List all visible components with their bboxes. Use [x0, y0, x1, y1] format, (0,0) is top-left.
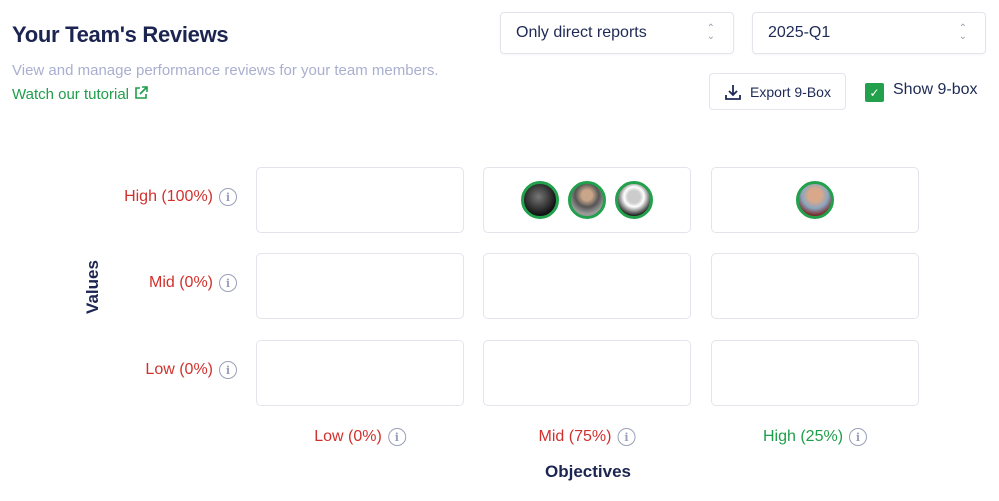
- row-label-text: Mid (0%): [148, 274, 213, 291]
- box-mid-values-low-objectives[interactable]: [256, 253, 464, 319]
- col-label-high: High (25%) i: [762, 428, 868, 446]
- avatar[interactable]: [796, 181, 834, 219]
- info-icon[interactable]: i: [387, 428, 406, 446]
- period-value: 2025-Q1: [768, 24, 831, 41]
- external-link-icon: [135, 86, 148, 99]
- row-label-high: High (100%) i: [124, 188, 237, 206]
- check-icon: ✓: [869, 85, 880, 100]
- box-low-values-low-objectives[interactable]: [256, 340, 464, 406]
- info-icon[interactable]: i: [219, 274, 237, 292]
- row-label-mid: Mid (0%) i: [149, 274, 237, 292]
- info-icon[interactable]: i: [617, 428, 636, 446]
- scope-select[interactable]: Only direct reports ⌃ ⌄: [500, 12, 734, 54]
- page-subtitle: View and manage performance reviews for …: [12, 59, 442, 107]
- avatar[interactable]: [568, 181, 606, 219]
- page-title: Your Team's Reviews: [12, 22, 229, 47]
- info-icon[interactable]: i: [219, 188, 237, 206]
- box-high-values-high-objectives[interactable]: [711, 167, 919, 233]
- export-label: Export 9-Box: [750, 83, 831, 100]
- download-icon: [725, 84, 741, 100]
- col-label-low: Low (0%) i: [314, 428, 406, 446]
- box-mid-values-mid-objectives[interactable]: [483, 253, 691, 319]
- box-high-values-mid-objectives[interactable]: [483, 167, 691, 233]
- chevron-up-down-icon: ⌃ ⌄: [706, 23, 715, 42]
- col-label-text: High (25%): [762, 428, 844, 445]
- col-label-text: Mid (75%): [538, 428, 612, 445]
- show-9box-label[interactable]: Show 9-box: [893, 81, 978, 99]
- box-mid-values-high-objectives[interactable]: [711, 253, 919, 319]
- avatar[interactable]: [615, 181, 653, 219]
- x-axis-label: Objectives: [545, 462, 631, 481]
- col-label-text: Low (0%): [314, 428, 382, 445]
- period-select[interactable]: 2025-Q1 ⌃ ⌄: [752, 12, 986, 54]
- y-axis-label: Values: [83, 260, 102, 314]
- show-9box-checkbox[interactable]: ✓: [865, 83, 884, 102]
- chevron-up-down-icon: ⌃ ⌄: [958, 23, 967, 42]
- export-9box-button[interactable]: Export 9-Box: [709, 73, 846, 110]
- row-label-text: High (100%): [124, 188, 213, 205]
- box-high-values-low-objectives[interactable]: [256, 167, 464, 233]
- row-label-text: Low (0%): [145, 361, 213, 378]
- box-low-values-high-objectives[interactable]: [711, 340, 919, 406]
- info-icon[interactable]: i: [849, 428, 868, 446]
- box-low-values-mid-objectives[interactable]: [483, 340, 691, 406]
- row-label-low: Low (0%) i: [145, 361, 237, 379]
- avatar[interactable]: [521, 181, 559, 219]
- col-label-mid: Mid (75%) i: [539, 428, 636, 446]
- tutorial-link[interactable]: Watch our tutorial: [12, 86, 149, 103]
- tutorial-link-label: Watch our tutorial: [12, 86, 129, 103]
- info-icon[interactable]: i: [219, 361, 237, 379]
- scope-value: Only direct reports: [516, 24, 647, 41]
- subtitle-text: View and manage performance reviews for …: [12, 62, 439, 79]
